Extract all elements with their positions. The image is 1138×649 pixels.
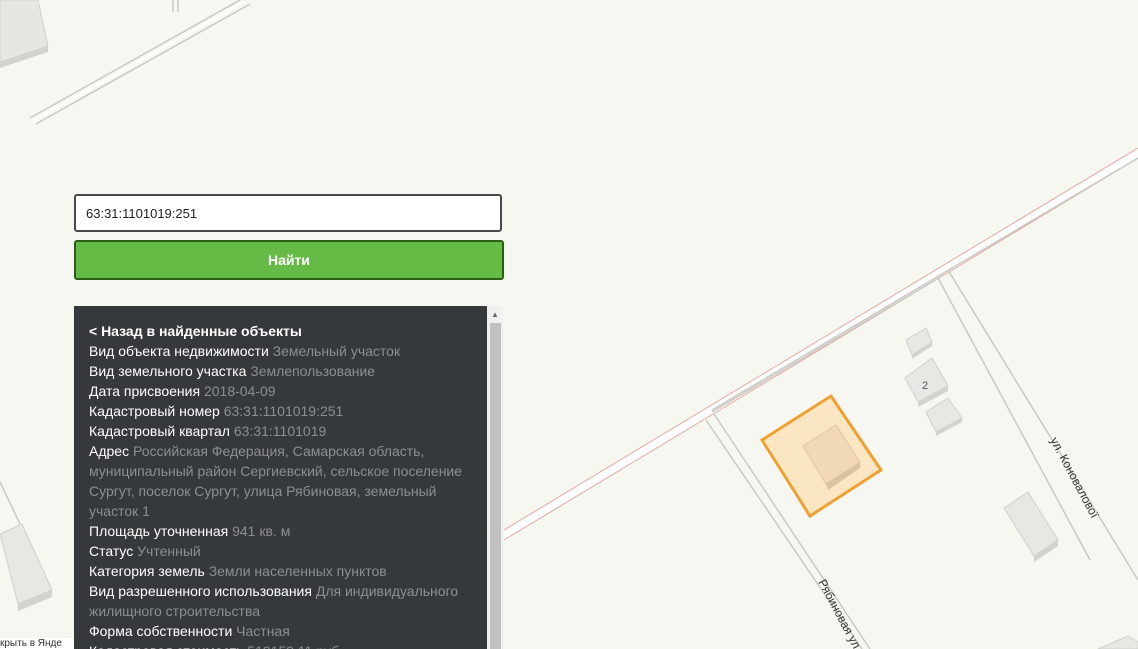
info-row: Вид разрешенного использования Для индив… [89,581,479,621]
info-row-value: Земельный участок [272,343,401,359]
building [1097,635,1138,649]
info-row-value: Учтенный [137,543,201,559]
building [0,0,49,68]
info-row: Категория земель Земли населенных пункто… [89,561,479,581]
info-row-value: 519159.11 руб. [247,643,343,649]
building [0,481,53,611]
back-to-results-link[interactable]: < Назад в найденные объекты [89,321,479,341]
info-row-value: 63:31:1101019 [233,423,327,439]
info-row-key: Кадастровая стоимость [89,643,243,649]
info-row-key: Площадь уточненная [89,523,229,539]
info-row: Форма собственности Частная [89,621,479,641]
info-row-value: 2018-04-09 [203,383,276,399]
building: 2 [904,357,949,407]
selected-parcel[interactable] [759,393,884,519]
info-row-key: Адрес [89,443,130,459]
info-row-key: Статус [89,543,134,559]
info-content: < Назад в найденные объекты Вид объекта … [89,321,479,649]
info-row-key: Вид разрешенного использования [89,583,312,599]
info-row-value: Частная [236,623,290,639]
search-button[interactable]: Найти [74,240,504,280]
info-panel: < Назад в найденные объекты Вид объекта … [74,306,503,649]
info-row: Кадастровая стоимость 519159.11 руб. [89,641,479,649]
building [905,327,933,359]
info-row-key: Кадастровый номер [89,403,220,419]
info-row: Дата присвоения 2018-04-09 [89,381,479,401]
building [925,397,963,436]
cadastral-search-input[interactable] [74,194,502,232]
info-row: Площадь уточненная 941 кв. м [89,521,479,541]
info-row: Адрес Российская Федерация, Самарская об… [89,441,479,521]
info-row: Кадастровый квартал 63:31:1101019 [89,421,479,441]
info-row-key: Кадастровый квартал [89,423,230,439]
info-row-key: Вид объекта недвижимости [89,343,269,359]
info-panel-scrollbar[interactable]: ▲ [487,306,503,649]
info-row: Кадастровый номер 63:31:1101019:251 [89,401,479,421]
scroll-thumb[interactable] [490,323,501,649]
map-attribution-link[interactable]: крыть в Янде [0,638,74,649]
info-row-key: Форма собственности [89,623,233,639]
road [29,0,251,125]
info-row: Вид объекта недвижимости Земельный участ… [89,341,479,361]
street-label-ryabinovaya: Рябиновая ул. [815,577,865,649]
info-row-key: Дата присвоения [89,383,201,399]
info-row-key: Категория земель [89,563,205,579]
street-label-konovalovoy: ул. Коновалової [1047,435,1102,521]
info-row: Вид земельного участка Землепользование [89,361,479,381]
info-row: Статус Учтенный [89,541,479,561]
scroll-up-arrow-icon[interactable]: ▲ [487,306,503,322]
info-row-key: Вид земельного участка [89,363,247,379]
info-row-value: Земли населенных пунктов [208,563,387,579]
info-row-value: 63:31:1101019:251 [223,403,344,419]
road [172,0,179,12]
house-number: 2 [922,380,928,392]
building [1003,491,1059,562]
info-row-value: Российская Федерация, Самарская область,… [89,443,463,519]
info-row-value: Землепользование [250,363,376,379]
info-row-value: 941 кв. м [232,523,291,539]
